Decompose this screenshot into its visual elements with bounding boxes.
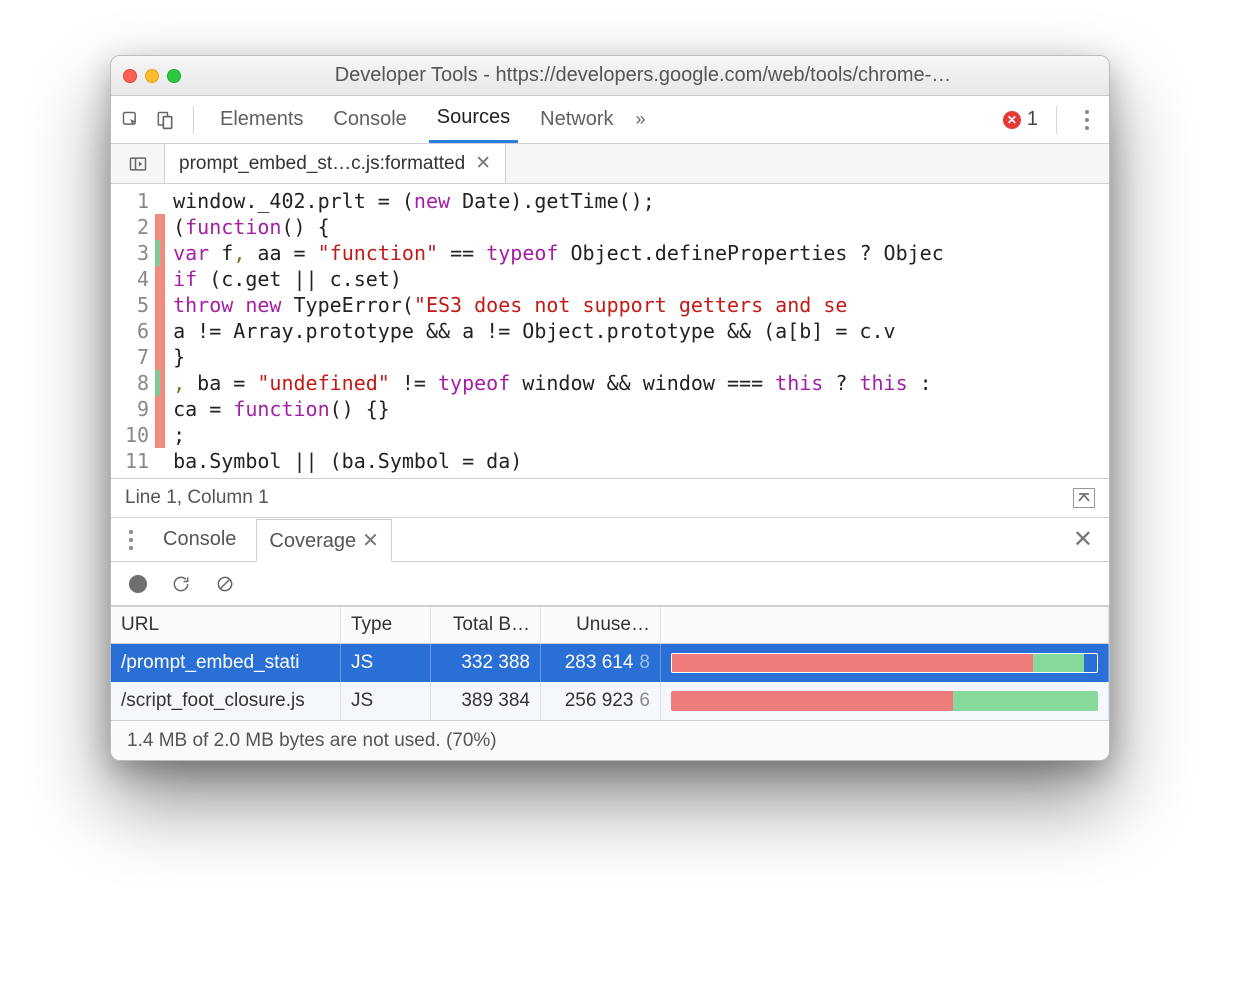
cell-bar xyxy=(661,682,1109,720)
kebab-menu-icon[interactable] xyxy=(1075,106,1099,134)
col-bar xyxy=(661,607,1109,643)
cell-type: JS xyxy=(341,682,431,720)
clear-icon[interactable] xyxy=(215,574,235,594)
code-content: window._402.prlt = (new Date).getTime();… xyxy=(165,184,944,478)
tab-sources[interactable]: Sources xyxy=(429,96,518,143)
minimize-icon[interactable] xyxy=(145,69,159,83)
cell-total: 332 388 xyxy=(431,644,541,682)
inspect-icon[interactable] xyxy=(121,110,141,130)
drawer-tab-coverage[interactable]: Coverage✕ xyxy=(256,519,391,562)
expand-drawer-icon[interactable] xyxy=(1073,488,1095,508)
tab-network[interactable]: Network xyxy=(532,98,621,142)
cell-total: 389 384 xyxy=(431,682,541,720)
tab-console[interactable]: Console xyxy=(325,98,414,142)
window-title: Developer Tools - https://developers.goo… xyxy=(189,64,1097,87)
coverage-gutter xyxy=(155,184,165,478)
separator xyxy=(193,106,194,134)
zoom-icon[interactable] xyxy=(167,69,181,83)
close-icon[interactable] xyxy=(123,69,137,83)
col-unused[interactable]: Unuse… xyxy=(541,607,661,643)
cursor-position: Line 1, Column 1 xyxy=(125,487,269,509)
cell-bar xyxy=(661,644,1109,682)
coverage-summary: 1.4 MB of 2.0 MB bytes are not used. (70… xyxy=(111,720,1109,760)
device-toggle-icon[interactable] xyxy=(155,110,175,130)
tab-elements[interactable]: Elements xyxy=(212,98,311,142)
table-row[interactable]: /script_foot_closure.jsJS389 384256 9236 xyxy=(111,682,1109,720)
line-gutter: 1234567891011 xyxy=(111,184,155,478)
coverage-table: URL Type Total B… Unuse… /prompt_embed_s… xyxy=(111,606,1109,720)
cell-url: /prompt_embed_stati xyxy=(111,644,341,682)
drawer-tabbar: Console Coverage✕ ✕ xyxy=(111,518,1109,562)
close-icon[interactable]: ✕ xyxy=(362,530,379,552)
file-tab-row: prompt_embed_st…c.js:formatted ✕ xyxy=(111,144,1109,184)
file-tab-label: prompt_embed_st…c.js:formatted xyxy=(179,153,465,175)
cell-type: JS xyxy=(341,644,431,682)
cell-unused: 256 9236 xyxy=(541,682,661,720)
table-header: URL Type Total B… Unuse… xyxy=(111,606,1109,644)
code-editor[interactable]: 1234567891011 window._402.prlt = (new Da… xyxy=(111,184,1109,478)
titlebar: Developer Tools - https://developers.goo… xyxy=(111,56,1109,96)
reload-icon[interactable] xyxy=(171,574,191,594)
separator xyxy=(1056,106,1057,134)
devtools-window: Developer Tools - https://developers.goo… xyxy=(110,55,1110,761)
more-tabs-icon[interactable]: » xyxy=(636,109,646,130)
record-icon[interactable] xyxy=(129,575,147,593)
col-type[interactable]: Type xyxy=(341,607,431,643)
col-url[interactable]: URL xyxy=(111,607,341,643)
navigator-toggle-icon[interactable] xyxy=(111,144,165,183)
cell-url: /script_foot_closure.js xyxy=(111,682,341,720)
error-count: 1 xyxy=(1027,108,1038,131)
coverage-toolbar xyxy=(111,562,1109,606)
close-drawer-icon[interactable]: ✕ xyxy=(1065,525,1101,554)
editor-statusbar: Line 1, Column 1 xyxy=(111,478,1109,518)
cell-unused: 283 6148 xyxy=(541,644,661,682)
col-total[interactable]: Total B… xyxy=(431,607,541,643)
drawer-tab-console[interactable]: Console xyxy=(151,520,248,559)
file-tab[interactable]: prompt_embed_st…c.js:formatted ✕ xyxy=(165,144,506,183)
main-toolbar: Elements Console Sources Network » ✕ 1 xyxy=(111,96,1109,144)
table-row[interactable]: /prompt_embed_statiJS332 388283 6148 xyxy=(111,644,1109,682)
close-icon[interactable]: ✕ xyxy=(475,152,491,175)
error-icon: ✕ xyxy=(1003,111,1021,129)
kebab-menu-icon[interactable] xyxy=(119,526,143,554)
traffic-lights xyxy=(123,69,181,83)
error-badge[interactable]: ✕ 1 xyxy=(1003,108,1038,131)
